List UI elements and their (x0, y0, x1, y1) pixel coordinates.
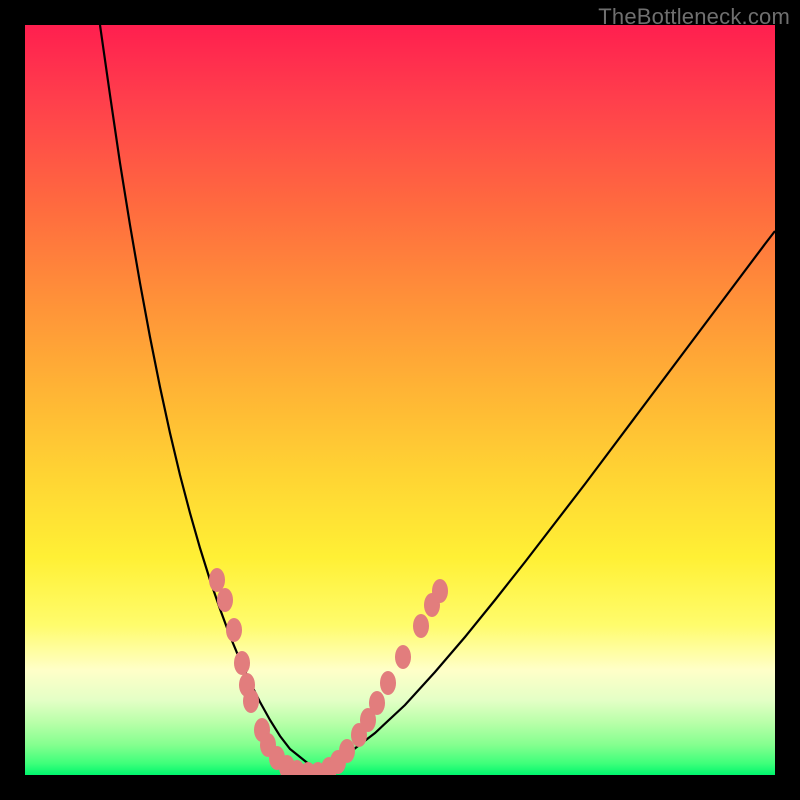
dot-cluster (209, 568, 448, 775)
chart-overlay (25, 25, 775, 775)
dot-marker (243, 689, 259, 713)
dot-marker (234, 651, 250, 675)
dot-marker (369, 691, 385, 715)
dot-marker (380, 671, 396, 695)
chart-frame (25, 25, 775, 775)
dot-marker (217, 588, 233, 612)
watermark-text: TheBottleneck.com (598, 4, 790, 30)
dot-marker (339, 739, 355, 763)
main-curve (100, 25, 775, 769)
dot-marker (432, 579, 448, 603)
dot-marker (413, 614, 429, 638)
dot-marker (226, 618, 242, 642)
dot-marker (209, 568, 225, 592)
dot-marker (395, 645, 411, 669)
